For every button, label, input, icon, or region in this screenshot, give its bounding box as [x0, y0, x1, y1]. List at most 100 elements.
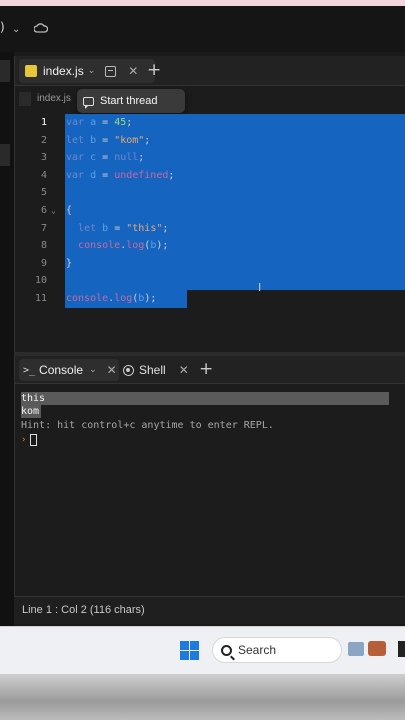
close-icon[interactable]: ✕ [107, 363, 117, 377]
taskbar-search[interactable]: Search [212, 637, 342, 663]
repl-hint: Hint: hit control+c anytime to enter REP… [21, 420, 274, 431]
code-area[interactable]: 1 var a = 45; 2 let b = "kom"; 3 var c = null… [15, 114, 405, 314]
chevron-down-icon[interactable]: ⌄ [89, 365, 97, 375]
code-line[interactable]: 11 console.log(b); [15, 289, 405, 308]
code-line[interactable]: 3 var c = null; [15, 149, 405, 167]
code-token: 45 [114, 117, 127, 128]
start-thread-button[interactable]: Start thread [77, 89, 185, 113]
code-text: var d = undefined; [66, 167, 174, 185]
repl-cursor [30, 434, 38, 446]
top-bar: ) ⌄ [0, 6, 405, 52]
search-icon [221, 644, 232, 656]
console-output[interactable]: this kom Hint: hit control+c anytime to … [21, 392, 389, 446]
chevron-down-icon[interactable]: ⌄ [88, 66, 96, 76]
status-bar: Line 1 : Col 2 (116 chars) [14, 596, 405, 624]
close-icon[interactable]: ✕ [128, 64, 138, 78]
code-text: let b = "this"; [66, 220, 168, 238]
selection-highlight [65, 184, 405, 202]
tab-index-js[interactable]: index.js ⌄ ✕ [19, 59, 155, 83]
selection-highlight [65, 272, 405, 290]
code-token: ; [138, 152, 145, 164]
code-token: = [96, 152, 115, 164]
console-tab-label: Console [39, 363, 84, 377]
code-text: var a = 45; [66, 114, 132, 132]
tab-label: index.js [43, 64, 84, 78]
code-token: "this" [126, 222, 163, 234]
editor-panel: index.js ⌄ ✕ + index.js Start thread 1 va… [14, 56, 405, 352]
gutter-tab[interactable] [0, 144, 10, 166]
add-tab-icon[interactable]: + [147, 60, 161, 80]
code-token: console [66, 292, 109, 304]
line-number: 11 [34, 292, 47, 304]
line-number: 9 [40, 257, 47, 269]
code-token: let [78, 222, 97, 234]
line-number: 8 [40, 240, 47, 252]
code-token: = [96, 169, 115, 181]
code-token: } [66, 257, 73, 269]
code-token: ; [168, 169, 175, 181]
shell-icon [123, 364, 134, 376]
chevron-down-icon[interactable]: ⌄ [12, 24, 20, 35]
tab-shell[interactable]: Shell ✕ [123, 359, 189, 381]
breadcrumb-file[interactable]: index.js [37, 93, 71, 104]
editor-tab-bar: index.js ⌄ ✕ + [15, 56, 405, 86]
code-line[interactable]: 7 let b = "this"; [15, 219, 405, 238]
paren-glyph: ) [0, 20, 5, 34]
code-line[interactable]: 6 ⌄ { [15, 201, 405, 220]
windows-start-icon[interactable] [180, 641, 199, 660]
briefcase-icon[interactable] [368, 641, 386, 656]
output-line: this [21, 392, 389, 405]
chat-icon [83, 96, 94, 109]
console-tab-bar: >_ Console ⌄ ✕ Shell ✕ + [15, 356, 405, 384]
code-token: = [108, 222, 127, 234]
taskbar: Search [0, 626, 405, 674]
code-line[interactable]: 9} [15, 254, 405, 273]
code-text: { [66, 202, 72, 220]
start-thread-label: Start thread [100, 95, 158, 107]
code-line[interactable]: 8 console.log(b); [15, 237, 405, 255]
code-text: } [66, 255, 72, 273]
code-token: { [66, 204, 73, 216]
search-label: Search [238, 643, 277, 657]
gutter-tab[interactable] [0, 60, 10, 82]
code-text: var c = null; [66, 149, 144, 167]
code-text: console.log(b); [66, 237, 168, 255]
add-tab-icon[interactable]: + [199, 359, 213, 379]
code-token: log [126, 240, 145, 252]
code-line[interactable]: 2 let b = "kom"; [15, 131, 405, 150]
code-token: var [66, 152, 85, 164]
close-icon[interactable]: ✕ [179, 363, 189, 377]
code-token: log [114, 292, 133, 304]
output-text: this [21, 392, 389, 405]
code-text: let b = "kom"; [66, 132, 150, 150]
cursor-position[interactable]: Line 1 : Col 2 (116 chars) [22, 604, 145, 616]
line-number: 5 [40, 187, 47, 199]
code-line[interactable]: 1 var a = 45; [15, 114, 405, 132]
line-number: 1 [40, 117, 47, 128]
code-line[interactable]: 4 var d = undefined; [15, 166, 405, 185]
output-line: kom [21, 405, 389, 418]
selection-highlight [65, 254, 405, 273]
code-token: undefined [114, 169, 169, 181]
code-token: ); [144, 292, 157, 304]
tab-console[interactable]: >_ Console ⌄ ✕ [19, 359, 119, 381]
code-token: "kom" [114, 134, 145, 146]
code-token: console [78, 240, 121, 252]
code-line[interactable]: 10 [15, 272, 405, 290]
code-token: ; [162, 222, 169, 234]
code-line[interactable]: 5 [15, 184, 405, 202]
breadcrumb: index.js [15, 87, 405, 111]
code-token: var [66, 117, 85, 128]
fold-chevron-icon[interactable]: ⌄ [51, 202, 56, 220]
cloud-sync-icon[interactable] [34, 23, 48, 35]
terminal-prompt-icon: >_ [23, 364, 36, 376]
repl-input-line[interactable]: › [21, 434, 389, 446]
app-icon[interactable] [398, 641, 405, 657]
line-number: 3 [40, 152, 47, 164]
app-icon[interactable] [348, 642, 364, 656]
split-view-icon[interactable] [105, 65, 117, 77]
code-text: console.log(b); [66, 290, 156, 308]
line-number: 7 [40, 222, 47, 234]
